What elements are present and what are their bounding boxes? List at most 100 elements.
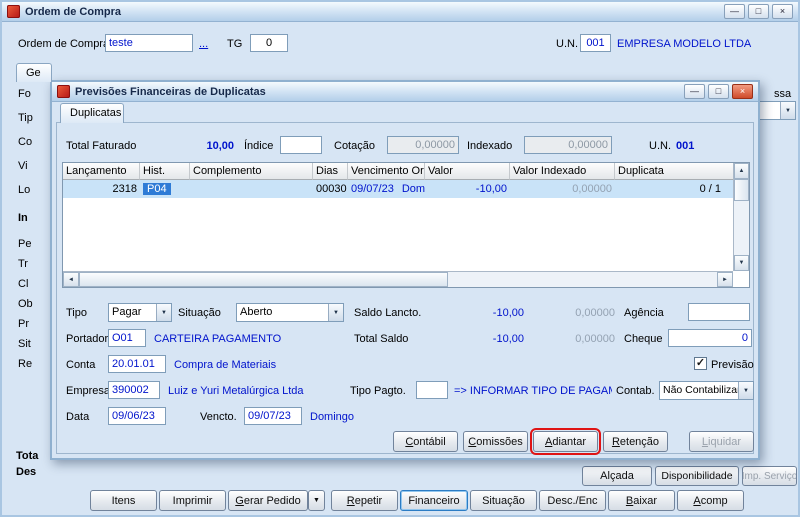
chevron-down-icon[interactable]: ▼ — [328, 304, 343, 321]
chevron-down-icon[interactable]: ▼ — [156, 304, 171, 321]
dialog-close-icon[interactable]: × — [732, 84, 753, 99]
saldo-lancto-indexado: 0,00000 — [575, 307, 615, 319]
desc-enc-button[interactable]: Desc./Enc — [539, 490, 606, 511]
col-header[interactable]: Vencimento Orig. — [348, 163, 425, 180]
imprimir-button[interactable]: Imprimir — [159, 490, 226, 511]
disponibilidade-button[interactable]: Disponibilidade — [655, 466, 739, 486]
col-header[interactable]: Dias — [313, 163, 348, 180]
cell-valor: -10,00 — [475, 183, 507, 195]
imp-servico-button[interactable]: Imp. Serviço — [742, 466, 797, 486]
order-input[interactable]: teste — [105, 34, 193, 52]
tipo-pagto-input[interactable] — [416, 381, 448, 399]
gerar-pedido-button[interactable]: Gerar Pedido — [228, 490, 308, 511]
tab-duplicatas[interactable]: Duplicatas — [60, 103, 124, 123]
situacao-button[interactable]: Situação — [470, 490, 537, 511]
retencao-button[interactable]: Retenção — [603, 431, 668, 452]
repetir-button[interactable]: Repetir — [331, 490, 398, 511]
comissoes-button[interactable]: Comissões — [463, 431, 528, 452]
vencto-input[interactable]: 09/07/23 — [244, 407, 302, 425]
left-label-fragment: Tip — [18, 112, 33, 124]
vertical-scrollbar[interactable]: ▲ ▼ — [733, 163, 749, 271]
main-window-title: Ordem de Compra — [25, 5, 121, 18]
table-row[interactable]: 2318 P04 00030 09/07/23 Dom -10,00 0,000… — [63, 180, 733, 198]
total-saldo-label: Total Saldo — [354, 333, 409, 345]
liquidar-button[interactable]: Liquidar — [689, 431, 754, 452]
agencia-input[interactable] — [688, 303, 750, 321]
horizontal-scroll-thumb[interactable] — [79, 272, 448, 287]
indexado-input: 0,00000 — [524, 136, 612, 154]
financeiro-button[interactable]: Financeiro — [400, 490, 468, 511]
left-label-fragment: Ob — [18, 298, 33, 310]
tab-geral-fragment[interactable]: Ge — [16, 63, 52, 82]
tipo-combo[interactable]: Pagar ▼ — [108, 303, 172, 322]
itens-button[interactable]: Itens — [90, 490, 157, 511]
data-label: Data — [66, 411, 90, 423]
adiantar-button[interactable]: Adiantar — [530, 428, 601, 455]
scroll-left-icon[interactable]: ◄ — [63, 272, 79, 287]
close-icon[interactable]: × — [772, 4, 793, 19]
col-header[interactable]: Complemento — [190, 163, 313, 180]
scroll-right-icon[interactable]: ► — [717, 272, 733, 287]
contab-combo[interactable]: Não Contabilizar ▼ — [659, 381, 754, 400]
cell-duplicata: 0 / 1 — [699, 183, 721, 195]
tipo-pagto-label: Tipo Pagto. — [350, 385, 406, 397]
col-header[interactable]: Duplicata — [615, 163, 733, 180]
contab-label: Contab. — [616, 385, 655, 397]
order-lookup-link[interactable]: ... — [199, 38, 208, 50]
un-input[interactable]: 001 — [580, 34, 611, 52]
right-combo-fragment[interactable]: ▼ — [758, 101, 796, 120]
left-label-fragment: In — [18, 212, 28, 224]
col-header[interactable]: Hist. — [140, 163, 190, 180]
cell-lancamento: 2318 — [112, 183, 137, 195]
dialog-app-icon — [57, 85, 70, 98]
dialog-titlebar: Previsões Financeiras de Duplicatas — □ … — [52, 82, 758, 102]
conta-input[interactable]: 20.01.01 — [108, 355, 166, 373]
horizontal-scrollbar[interactable]: ◄ ► — [63, 271, 733, 287]
cheque-label: Cheque — [624, 333, 663, 345]
col-header[interactable]: Valor — [425, 163, 510, 180]
vencimento-weekday: Dom — [401, 183, 425, 195]
tipo-pagto-hint: => INFORMAR TIPO DE PAGAM — [454, 385, 612, 397]
grid-header-row: Lançamento Hist. Complemento Dias Vencim… — [63, 163, 733, 180]
gerar-pedido-dropdown-icon[interactable]: ▼ — [308, 490, 325, 511]
previsao-label: Previsão — [711, 359, 754, 371]
contab-value: Não Contabilizar — [663, 384, 738, 396]
portador-input[interactable]: O01 — [108, 329, 146, 347]
situacao-label: Situação — [178, 307, 221, 319]
acomp-button[interactable]: Acomp — [677, 490, 744, 511]
data-input[interactable]: 09/06/23 — [108, 407, 166, 425]
chevron-down-icon[interactable]: ▼ — [738, 382, 753, 399]
scroll-up-icon[interactable]: ▲ — [734, 163, 749, 179]
dialog-maximize-icon[interactable]: □ — [708, 84, 729, 99]
tg-input[interactable]: 0 — [250, 34, 288, 52]
tipo-label: Tipo — [66, 307, 87, 319]
left-label-fragment: Cl — [18, 278, 29, 290]
cell-complemento — [190, 180, 313, 198]
previsoes-dialog: Previsões Financeiras de Duplicatas — □ … — [50, 80, 760, 460]
contabil-button[interactable]: Contábil — [393, 431, 458, 452]
baixar-button[interactable]: Baixar — [608, 490, 675, 511]
conta-desc: Compra de Materiais — [174, 359, 277, 371]
main-window: Ordem de Compra — □ × Ordem de Compra te… — [0, 0, 800, 517]
cheque-input[interactable]: 0 — [668, 329, 752, 347]
left-label-fragment: Tr — [18, 258, 28, 270]
dialog-minimize-icon[interactable]: — — [684, 84, 705, 99]
alcada-button[interactable]: Alçada — [582, 466, 652, 486]
chevron-down-icon[interactable]: ▼ — [780, 102, 795, 119]
col-header[interactable]: Valor Indexado — [510, 163, 615, 180]
empresa-input[interactable]: 390002 — [108, 381, 160, 399]
vertical-scroll-thumb[interactable] — [734, 179, 749, 201]
minimize-icon[interactable]: — — [724, 4, 745, 19]
left-label-fragment: Vi — [18, 160, 28, 172]
previsao-checkbox[interactable]: ✓ — [694, 357, 707, 370]
vencto-label: Vencto. — [200, 411, 237, 423]
vencimento-date: 09/07/23 — [351, 183, 394, 195]
indice-input[interactable] — [280, 136, 322, 154]
situacao-combo[interactable]: Aberto ▼ — [236, 303, 344, 322]
vencto-weekday: Domingo — [310, 411, 355, 423]
scroll-down-icon[interactable]: ▼ — [734, 255, 749, 271]
col-header[interactable]: Lançamento — [63, 163, 140, 180]
total-saldo-value: -10,00 — [492, 333, 524, 345]
hist-selected-cell[interactable]: P04 — [143, 183, 171, 195]
maximize-icon[interactable]: □ — [748, 4, 769, 19]
